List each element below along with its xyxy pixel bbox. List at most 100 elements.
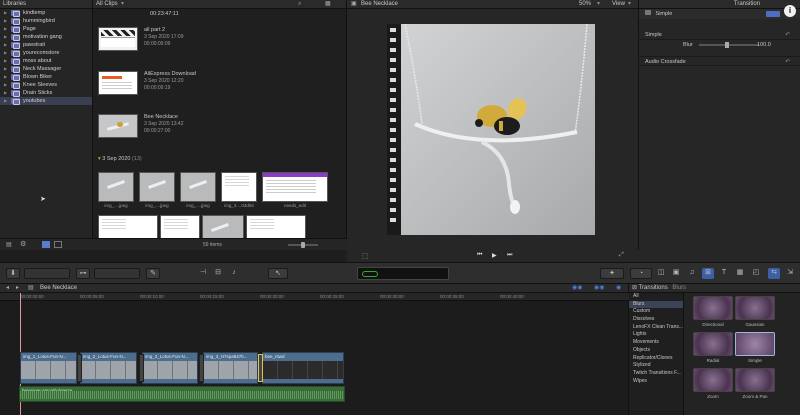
transition-thumbnail[interactable] xyxy=(693,368,733,392)
disclosure-triangle-icon[interactable]: ▶ xyxy=(4,41,8,49)
reset-icon[interactable]: ↶ xyxy=(785,57,790,67)
filmstrip-view-icon[interactable] xyxy=(54,241,62,248)
blade-icon[interactable]: ⊟ xyxy=(212,268,224,279)
next-frame-icon[interactable]: ⏭ xyxy=(507,252,512,259)
pen-icon[interactable]: ✎ xyxy=(146,268,160,279)
clip-thumbnail[interactable] xyxy=(221,172,257,202)
transition-category[interactable]: Movements xyxy=(629,339,683,347)
titles-icon[interactable]: T xyxy=(718,268,730,279)
photos-icon[interactable]: ▣ xyxy=(670,268,682,279)
transition-category[interactable]: Twitch Transitions F... xyxy=(629,370,683,378)
disclosure-triangle-icon[interactable]: ▶ xyxy=(4,65,8,73)
film-icon[interactable]: ▤ xyxy=(6,241,12,248)
library-item[interactable]: ▶ Neck Massager xyxy=(0,65,92,73)
grid-clip[interactable]: img_3....03d92 xyxy=(221,172,257,208)
gear-icon[interactable]: ⚙ xyxy=(20,240,26,248)
clip-thumbnail[interactable] xyxy=(98,71,138,95)
view-chevron-icon[interactable]: ▾ xyxy=(628,0,631,9)
zoom-icon[interactable]: ⇲ xyxy=(784,268,796,279)
timeline-ruler[interactable]: 00:00:00:00 00:00:05:00 00:00:10:00 00:00:1… xyxy=(0,293,629,301)
blur-slider[interactable] xyxy=(699,44,759,46)
clip-thumbnail[interactable] xyxy=(262,172,328,202)
trim-mode-icon[interactable]: ◉ xyxy=(616,284,621,293)
disclosure-triangle-icon[interactable]: ▶ xyxy=(4,89,8,97)
clip-item[interactable]: AliExpress Download 3 Sep 2020 12:20 00:… xyxy=(98,71,196,95)
video-frame[interactable] xyxy=(387,24,595,235)
video-clip[interactable]: bee_ntwd xyxy=(262,352,344,384)
library-item[interactable]: ▶ hummingbird xyxy=(0,17,92,25)
transition-category[interactable]: Lights xyxy=(629,331,683,339)
clip-item[interactable]: Bee Necklace 3 Sep 2020 13:42 00:00:27:0… xyxy=(98,114,183,138)
disclosure-triangle-icon[interactable]: ▶ xyxy=(4,81,8,89)
disclosure-triangle-icon[interactable]: ▶ xyxy=(4,17,8,25)
fullscreen-icon[interactable]: ⤢ xyxy=(619,252,624,259)
edit-buttons-group[interactable] xyxy=(24,268,70,279)
transition-category[interactable]: Objects xyxy=(629,347,683,355)
transition-category[interactable]: Custom xyxy=(629,308,683,316)
disclosure-triangle-icon[interactable]: ▶ xyxy=(4,73,8,81)
video-clip[interactable]: img_3_Lotus-Fun-N... xyxy=(142,352,198,384)
settings-icon[interactable]: ▦ xyxy=(325,0,331,9)
video-clip[interactable]: img_2_Lotus-Fun-N... xyxy=(80,352,137,384)
snapping-icon[interactable]: ⇆ xyxy=(768,268,780,279)
crop-icon[interactable]: ⬚ xyxy=(362,252,369,260)
transition-marker[interactable] xyxy=(258,354,263,382)
search-icon[interactable]: ⌕ xyxy=(298,0,301,9)
clip-item[interactable]: all part 2 3 Sep 2020 17:09 00:00:09:09 xyxy=(98,27,183,51)
transition-category[interactable]: Stylized xyxy=(629,362,683,370)
library-item[interactable]: ▶ Blown Biker xyxy=(0,73,92,81)
clip-thumbnail[interactable] xyxy=(139,172,175,202)
transition-toggle[interactable] xyxy=(766,11,780,17)
audio-crossfade-row[interactable]: Audio Crossfade ↶ xyxy=(639,56,800,66)
disclosure-triangle-icon[interactable]: ▶ xyxy=(4,97,8,105)
library-item[interactable]: ▶ motivation gang xyxy=(0,33,92,41)
video-clip[interactable]: img_3_H7spa847b... xyxy=(203,352,258,384)
transition-thumbnail[interactable] xyxy=(735,332,775,356)
audio-icon[interactable]: ♪ xyxy=(228,268,240,279)
back-arrow-icon[interactable]: ◂ xyxy=(6,284,9,293)
inspector-tab[interactable]: Transition xyxy=(734,1,760,7)
magic-wand-icon[interactable]: ✦ xyxy=(600,268,624,279)
timecode-display[interactable] xyxy=(357,267,449,280)
music-icon[interactable]: ♫ xyxy=(686,268,698,279)
transition-marker[interactable] xyxy=(77,354,82,382)
disclosure-triangle-icon[interactable]: ▶ xyxy=(4,57,8,65)
clip-appearance-group[interactable] xyxy=(94,268,140,279)
grid-clip[interactable]: img_....jpeg xyxy=(139,172,175,208)
library-item[interactable]: ▶ Page xyxy=(0,25,92,33)
disclosure-triangle-icon[interactable]: ▶ xyxy=(4,9,8,17)
video-only-icon[interactable]: ◉◉ xyxy=(572,284,582,293)
transition-category[interactable]: Wipes xyxy=(629,378,683,386)
grid-clip[interactable]: needs_edit xyxy=(262,172,328,208)
date-group-header[interactable]: ▾ 3 Sep 2020 (13) xyxy=(98,156,142,162)
disclosure-triangle-icon[interactable]: ▶ xyxy=(4,49,8,57)
zoom-slider-knob[interactable] xyxy=(301,242,305,248)
filter-chevron-icon[interactable]: ▾ xyxy=(121,0,124,9)
disclosure-triangle-icon[interactable]: ▾ xyxy=(98,156,101,162)
clips-filter[interactable]: All Clips xyxy=(96,1,118,7)
view-menu[interactable]: View xyxy=(612,0,625,9)
transition-thumbnail[interactable] xyxy=(735,296,775,320)
blur-slider-knob[interactable] xyxy=(725,42,729,48)
library-item[interactable]: ▶ moss about xyxy=(0,57,92,65)
transition-marker[interactable] xyxy=(139,354,144,382)
library-item[interactable]: ▶ pawstrait xyxy=(0,41,92,49)
library-item[interactable]: ▶ yourecomstore xyxy=(0,49,92,57)
zoom-chevron-icon[interactable]: ▾ xyxy=(597,0,600,9)
simple-section-row[interactable]: Simple ↶ xyxy=(639,30,800,40)
library-item[interactable]: ▶ youtubes xyxy=(0,97,92,105)
info-icon[interactable]: i xyxy=(784,5,796,17)
transition-category[interactable]: Replicator/Clones xyxy=(629,355,683,363)
reset-icon[interactable]: ↶ xyxy=(785,30,790,40)
list-view-icon[interactable] xyxy=(42,241,50,248)
clip-thumbnail[interactable] xyxy=(98,27,138,51)
clip-thumbnail[interactable] xyxy=(98,172,134,202)
library-item[interactable]: ▶ Drain Sticks xyxy=(0,89,92,97)
forward-arrow-icon[interactable]: ▸ xyxy=(16,284,19,293)
keyword-icon[interactable]: ⊶ xyxy=(76,268,90,279)
zoom-level[interactable]: 50% xyxy=(579,0,591,9)
transition-category[interactable]: Blurs xyxy=(629,300,683,309)
transition-thumbnail[interactable] xyxy=(735,368,775,392)
disclosure-triangle-icon[interactable]: ▶ xyxy=(4,25,8,33)
select-tool-icon[interactable]: ↖ xyxy=(268,268,288,279)
